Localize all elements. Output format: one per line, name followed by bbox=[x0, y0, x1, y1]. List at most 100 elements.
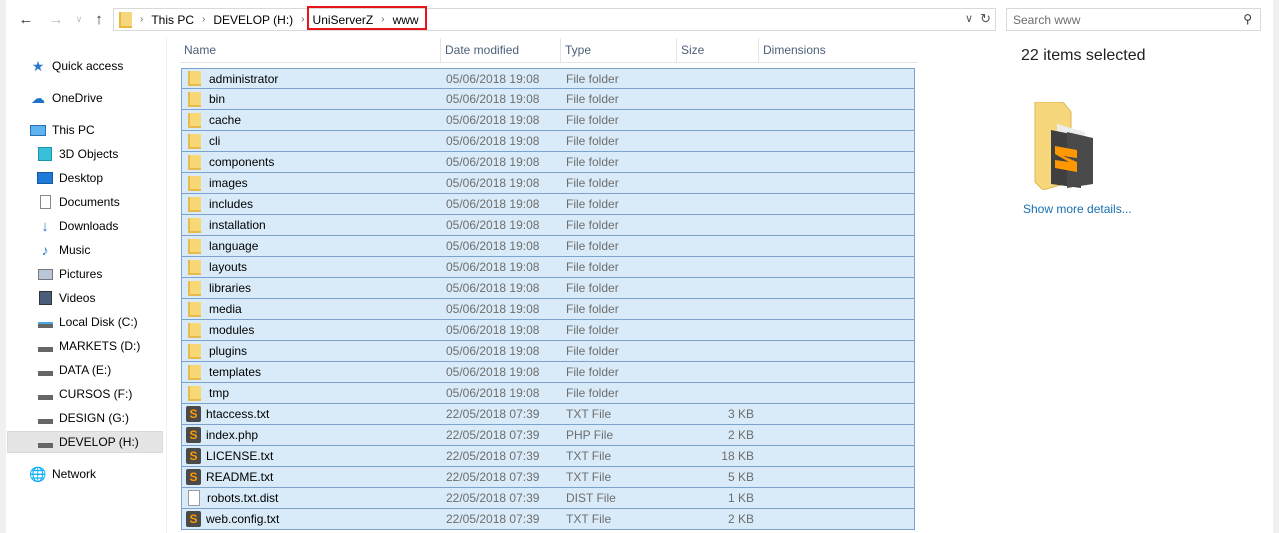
file-date-modified: 05/06/2018 19:08 bbox=[446, 260, 540, 274]
file-row[interactable]: robots.txt.dist 22/05/2018 07:39 DIST File… bbox=[181, 488, 915, 509]
sidebar-item-local-disk-c[interactable]: Local Disk (C:) bbox=[37, 311, 138, 333]
file-row[interactable]: includes 05/06/2018 19:08 File folder bbox=[181, 194, 915, 215]
file-row[interactable]: S README.txt 22/05/2018 07:39 TXT File 5 KB bbox=[181, 467, 915, 488]
file-row[interactable]: modules 05/06/2018 19:08 File folder bbox=[181, 320, 915, 341]
file-type: File folder bbox=[566, 386, 619, 400]
show-more-details-link[interactable]: Show more details... bbox=[1023, 202, 1132, 216]
pane-divider[interactable] bbox=[166, 38, 167, 533]
download-icon: ↓ bbox=[41, 217, 49, 235]
sidebar-item-videos[interactable]: Videos bbox=[37, 287, 95, 309]
file-row[interactable]: language 05/06/2018 19:08 File folder bbox=[181, 236, 915, 257]
forward-button[interactable]: → bbox=[47, 10, 65, 28]
file-name-cell: cli bbox=[182, 133, 446, 149]
file-row[interactable]: libraries 05/06/2018 19:08 File folder bbox=[181, 278, 915, 299]
back-button[interactable]: ← bbox=[17, 10, 35, 28]
file-row[interactable]: tmp 05/06/2018 19:08 File folder bbox=[181, 383, 915, 404]
file-size: 3 KB bbox=[727, 407, 754, 421]
folder-icon bbox=[188, 385, 201, 401]
address-dropdown-icon[interactable]: ∨ bbox=[965, 12, 973, 25]
sidebar-item-pictures[interactable]: Pictures bbox=[37, 263, 102, 285]
breadcrumb-this-pc[interactable]: This PC bbox=[151, 13, 194, 27]
file-name: web.config.txt bbox=[206, 512, 280, 526]
drive-icon bbox=[37, 362, 53, 378]
search-icon[interactable]: ⚲ bbox=[1243, 12, 1252, 26]
file-date-modified: 05/06/2018 19:08 bbox=[446, 365, 540, 379]
sidebar-item-documents[interactable]: Documents bbox=[37, 191, 120, 213]
file-date-modified: 22/05/2018 07:39 bbox=[446, 491, 540, 505]
sidebar-item-label: CURSOS (F:) bbox=[59, 387, 133, 401]
file-type: File folder bbox=[566, 176, 619, 190]
column-headers: Name Date modified Type Size Dimensions bbox=[180, 38, 918, 63]
file-row[interactable]: cli 05/06/2018 19:08 File folder bbox=[181, 131, 915, 152]
arrow-up-icon: ↑ bbox=[95, 10, 103, 28]
document-icon bbox=[37, 194, 53, 210]
chevron-right-icon[interactable]: › bbox=[140, 14, 143, 25]
folder-icon bbox=[188, 322, 201, 338]
column-header-type[interactable]: Type bbox=[561, 38, 677, 63]
sidebar-item-network[interactable]: 🌐 Network bbox=[29, 463, 96, 485]
sidebar-item-onedrive[interactable]: ☁ OneDrive bbox=[30, 87, 103, 109]
network-icon: 🌐 bbox=[29, 465, 47, 482]
file-type: File folder bbox=[566, 113, 619, 127]
file-name: layouts bbox=[209, 260, 248, 274]
file-name: modules bbox=[209, 323, 255, 337]
star-icon: ★ bbox=[31, 57, 45, 74]
sidebar-item-this-pc[interactable]: This PC bbox=[30, 119, 95, 141]
column-header-size[interactable]: Size bbox=[677, 38, 759, 63]
window-right-edge bbox=[1273, 0, 1279, 533]
file-row[interactable]: Shtaccess.txt 22/05/2018 07:39 TXT File 3 K… bbox=[181, 404, 915, 425]
file-size: 1 KB bbox=[727, 491, 754, 505]
file-row[interactable]: Sindex.php 22/05/2018 07:39 PHP File 2 KB bbox=[181, 425, 915, 446]
file-row[interactable]: S LICENSE.txt 22/05/2018 07:39 TXT File 18 K… bbox=[181, 446, 915, 467]
refresh-icon[interactable]: ↻ bbox=[980, 11, 991, 27]
sublime-text-file-icon: S bbox=[186, 469, 201, 485]
column-header-dimensions[interactable]: Dimensions bbox=[759, 38, 914, 63]
folder-icon bbox=[188, 91, 201, 107]
file-row[interactable]: bin 05/06/2018 19:08 File folder bbox=[181, 89, 915, 110]
sidebar-item-quick-access[interactable]: ★ Quick access bbox=[30, 55, 124, 77]
file-row[interactable]: components 05/06/2018 19:08 File folder bbox=[181, 152, 915, 173]
file-name-cell: includes bbox=[182, 196, 446, 212]
search-input[interactable] bbox=[1007, 9, 1227, 30]
file-date-modified: 22/05/2018 07:39 bbox=[446, 428, 540, 442]
file-row[interactable]: layouts 05/06/2018 19:08 File folder bbox=[181, 257, 915, 278]
sidebar-item-design-g[interactable]: DESIGN (G:) bbox=[37, 407, 129, 429]
chevron-right-icon[interactable]: › bbox=[202, 14, 205, 25]
sidebar-item-develop-h[interactable]: DEVELOP (H:) bbox=[7, 431, 163, 453]
file-name: cache bbox=[209, 113, 242, 127]
column-header-date-modified[interactable]: Date modified bbox=[441, 38, 561, 63]
file-row[interactable]: images 05/06/2018 19:08 File folder bbox=[181, 173, 915, 194]
sidebar-item-downloads[interactable]: ↓ Downloads bbox=[37, 215, 118, 237]
file-row[interactable]: media 05/06/2018 19:08 File folder bbox=[181, 299, 915, 320]
navigation-bar: ← → ∨ ↑ › This PC › DEVELOP (H:) › UniSe… bbox=[0, 0, 1279, 38]
file-name-cell: S README.txt bbox=[182, 469, 446, 485]
sidebar-item-cursos-f[interactable]: CURSOS (F:) bbox=[37, 383, 132, 405]
address-bar[interactable]: › This PC › DEVELOP (H:) › UniServerZ › … bbox=[113, 6, 996, 31]
sidebar-item-3d-objects[interactable]: 3D Objects bbox=[37, 143, 118, 165]
sidebar-item-markets-d[interactable]: MARKETS (D:) bbox=[37, 335, 140, 357]
file-row[interactable]: plugins 05/06/2018 19:08 File folder bbox=[181, 341, 915, 362]
cloud-icon: ☁ bbox=[31, 89, 45, 106]
file-row[interactable]: cache 05/06/2018 19:08 File folder bbox=[181, 110, 915, 131]
sidebar-item-music[interactable]: ♪ Music bbox=[37, 239, 91, 261]
sidebar-item-desktop[interactable]: Desktop bbox=[37, 167, 103, 189]
file-row[interactable]: installation 05/06/2018 19:08 File folder bbox=[181, 215, 915, 236]
file-row[interactable]: Sweb.config.txt 22/05/2018 07:39 TXT File 2… bbox=[181, 509, 915, 530]
file-row[interactable]: administrator 05/06/2018 19:08 File folder bbox=[181, 68, 915, 89]
sidebar-item-label: MARKETS (D:) bbox=[59, 339, 141, 353]
chevron-right-icon[interactable]: › bbox=[301, 14, 304, 25]
music-icon: ♪ bbox=[41, 242, 49, 258]
file-date-modified: 05/06/2018 19:08 bbox=[446, 323, 540, 337]
file-name: bin bbox=[209, 92, 226, 106]
breadcrumb-develop-drive[interactable]: DEVELOP (H:) bbox=[213, 13, 293, 27]
sidebar-item-data-e[interactable]: DATA (E:) bbox=[37, 359, 111, 381]
arrow-right-icon: → bbox=[48, 10, 64, 28]
file-name-cell: tmp bbox=[182, 385, 446, 401]
column-header-name[interactable]: Name bbox=[180, 38, 441, 63]
file-name-cell: plugins bbox=[182, 343, 446, 359]
recent-locations-button[interactable]: ∨ bbox=[70, 10, 88, 28]
sidebar-item-label: 3D Objects bbox=[59, 147, 119, 161]
up-button[interactable]: ↑ bbox=[90, 10, 108, 28]
file-row[interactable]: templates 05/06/2018 19:08 File folder bbox=[181, 362, 915, 383]
file-name-cell: layouts bbox=[182, 259, 446, 275]
